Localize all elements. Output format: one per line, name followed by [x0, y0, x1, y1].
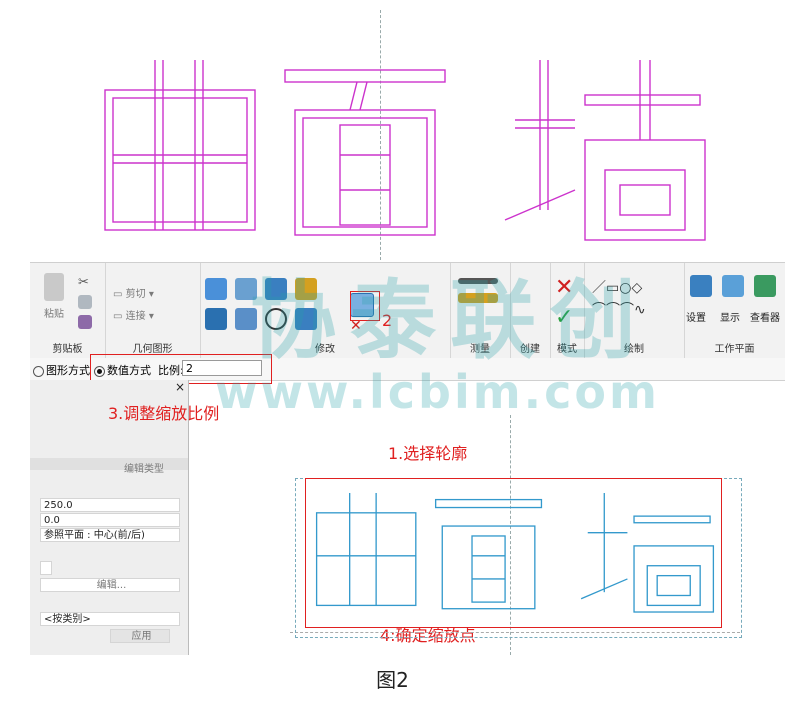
checkbox[interactable] — [40, 561, 52, 575]
graphical-label: 图形方式 — [46, 364, 90, 377]
paste-label: 粘贴 — [44, 309, 64, 320]
edit-button[interactable]: 编辑... — [40, 578, 180, 592]
graphical-option[interactable]: 图形方式 — [33, 362, 90, 378]
viewer-label: 查看器 — [750, 313, 780, 324]
join-label: 连接 — [125, 311, 146, 322]
workplane-panel: 设置 显示 查看器 工作平面 — [684, 263, 785, 359]
type-selector-bar — [30, 458, 188, 470]
viewer-icon[interactable] — [754, 275, 776, 297]
close-icon[interactable]: × — [175, 380, 185, 394]
edit-type-button[interactable]: 编辑类型 — [124, 460, 164, 475]
step1-annotation: 1.选择轮廓 — [388, 444, 468, 463]
scissors-icon[interactable]: ✂ — [78, 275, 92, 290]
watermark-brand: 协泰联创 — [250, 271, 650, 371]
geometry-panel-label: 几何图形 — [132, 344, 173, 355]
watermark-url: www.lcbim.com — [215, 365, 660, 419]
set-label: 设置 — [686, 313, 706, 324]
apply-button[interactable]: 应用 — [110, 629, 170, 643]
clipboard-panel-label: 剪贴板 — [52, 344, 83, 355]
graphical-radio[interactable] — [33, 365, 44, 377]
property-value[interactable]: 250.0 — [40, 498, 180, 512]
show-workplane-icon[interactable] — [722, 275, 744, 297]
join-button[interactable]: ▭ 连接 ▾ — [113, 307, 154, 322]
selected-outline-glyphs[interactable] — [310, 485, 720, 620]
top-outline-glyphs — [95, 50, 715, 250]
figure-caption: 图2 — [376, 668, 409, 692]
property-value[interactable]: 0.0 — [40, 513, 180, 527]
cut-button[interactable]: ▭ 剪切 ▾ — [113, 285, 154, 300]
show-label: 显示 — [720, 313, 740, 324]
align-icon[interactable] — [205, 278, 227, 300]
cut-label: 剪切 — [125, 289, 146, 300]
property-value[interactable]: 参照平面 : 中心(前/后) — [40, 528, 180, 542]
clipboard-panel: 粘贴 ✂ 剪贴板 — [30, 263, 106, 359]
category-select[interactable]: <按类别> — [40, 612, 180, 626]
match-type-icon[interactable] — [78, 315, 92, 329]
step3-annotation: 3.调整缩放比例 — [108, 404, 220, 423]
geometry-panel: ▭ 剪切 ▾ ▭ 连接 ▾ 几何图形 — [105, 263, 201, 359]
workplane-panel-label: 工作平面 — [714, 344, 755, 355]
paste-icon[interactable] — [44, 273, 64, 301]
move-icon[interactable] — [205, 308, 227, 330]
set-workplane-icon[interactable] — [690, 275, 712, 297]
copy-icon[interactable] — [78, 295, 92, 309]
